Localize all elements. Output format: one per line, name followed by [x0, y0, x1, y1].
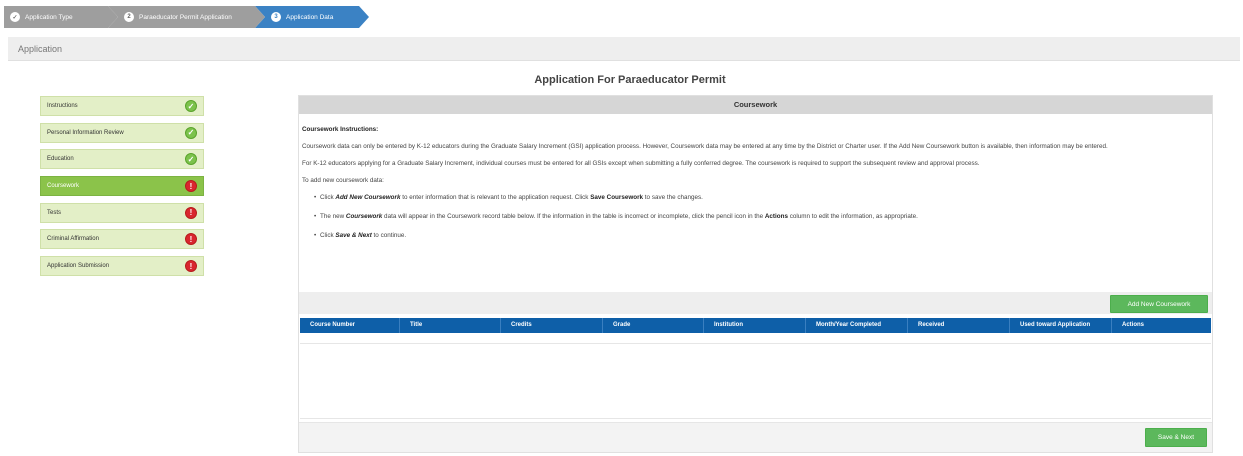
column-header-title[interactable]: Title — [400, 318, 501, 333]
column-header-actions[interactable]: Actions — [1112, 318, 1211, 333]
column-header-used-toward-application[interactable]: Used toward Application — [1010, 318, 1112, 333]
application-header-title: Application — [18, 44, 63, 54]
panel-title: Coursework — [299, 96, 1212, 114]
instructions-heading: Coursework Instructions: — [302, 126, 379, 133]
coursework-panel: Coursework Coursework Instructions: Cour… — [298, 95, 1213, 453]
instructions-list: Click Add New Coursework to enter inform… — [314, 192, 1208, 241]
instructions-paragraph: Coursework data can only be entered by K… — [302, 143, 1108, 150]
column-header-credits[interactable]: Credits — [501, 318, 603, 333]
save-and-next-button[interactable]: Save & Next — [1145, 428, 1207, 447]
sidebar-item-label: Tests — [47, 209, 62, 216]
sidebar-item-label: Coursework — [47, 183, 80, 190]
wizard-step-permit-application[interactable]: 2 Paraeducator Permit Application — [108, 6, 265, 28]
error-icon: ! — [185, 233, 197, 246]
check-icon: ✓ — [185, 126, 197, 139]
column-header-grade[interactable]: Grade — [603, 318, 704, 333]
wizard-step-application-data[interactable]: 3 Application Data — [255, 6, 369, 28]
column-header-month-year-completed[interactable]: Month/Year Completed — [806, 318, 908, 333]
check-icon: ✓ — [185, 100, 197, 112]
instructions-list-item: The new Coursework data will appear in t… — [314, 211, 1208, 222]
coursework-table-header: Course Number Title Credits Grade Instit… — [300, 318, 1211, 333]
error-icon: ! — [185, 260, 197, 273]
wizard-step-label: Application Data — [286, 13, 334, 21]
column-header-course-number[interactable]: Course Number — [300, 318, 400, 333]
sidebar-item-criminal-affirmation[interactable]: Criminal Affirmation ! — [40, 229, 204, 250]
instructions-list-item: Click Add New Coursework to enter inform… — [314, 192, 1208, 203]
sidebar-item-label: Criminal Affirmation — [47, 236, 99, 243]
sidebar-item-instructions[interactable]: Instructions ✓ — [40, 96, 204, 116]
instructions-list-item: Click Save & Next to continue. — [314, 230, 1208, 241]
sidebar-item-label: Education — [47, 156, 74, 163]
instructions-paragraph: For K-12 educators applying for a Gradua… — [302, 160, 980, 167]
sidebar-item-tests[interactable]: Tests ! — [40, 202, 204, 223]
error-icon: ! — [185, 180, 197, 193]
table-row-divider — [300, 343, 1211, 344]
wizard-step-application-type[interactable]: ✓ Application Type — [4, 6, 118, 28]
sidebar-item-education[interactable]: Education ✓ — [40, 149, 204, 170]
page-title: Application For Paraeducator Permit — [534, 74, 726, 86]
wizard-steps: ✓ Application Type 2 Paraeducator Permit… — [4, 6, 369, 28]
sidebar-item-personal-information-review[interactable]: Personal Information Review ✓ — [40, 122, 204, 143]
wizard-step-label: Application Type — [25, 13, 73, 21]
sidebar: Instructions ✓ Personal Information Revi… — [40, 96, 204, 283]
column-header-received[interactable]: Received — [908, 318, 1010, 333]
step-check-icon: ✓ — [10, 12, 20, 22]
error-icon: ! — [185, 206, 197, 219]
sidebar-item-label: Personal Information Review — [47, 129, 124, 136]
sidebar-item-label: Application Submission — [47, 263, 110, 270]
coursework-table-body — [300, 333, 1211, 419]
wizard-step-label: Paraeducator Permit Application — [139, 13, 232, 21]
add-new-coursework-button[interactable]: Add New Coursework — [1110, 295, 1208, 313]
coursework-instructions: Coursework Instructions: Coursework data… — [299, 114, 1212, 241]
instructions-paragraph: To add new coursework data: — [302, 177, 384, 184]
sidebar-item-label: Instructions — [47, 103, 78, 109]
step-number: 3 — [271, 12, 281, 22]
step-number: 2 — [124, 12, 134, 22]
panel-footer — [299, 422, 1212, 452]
table-toolbar — [299, 292, 1212, 314]
sidebar-item-coursework[interactable]: Coursework ! — [40, 176, 204, 197]
check-icon: ✓ — [185, 153, 197, 166]
column-header-institution[interactable]: Institution — [704, 318, 806, 333]
sidebar-item-application-submission[interactable]: Application Submission ! — [40, 256, 204, 277]
application-header: Application — [8, 37, 1240, 61]
